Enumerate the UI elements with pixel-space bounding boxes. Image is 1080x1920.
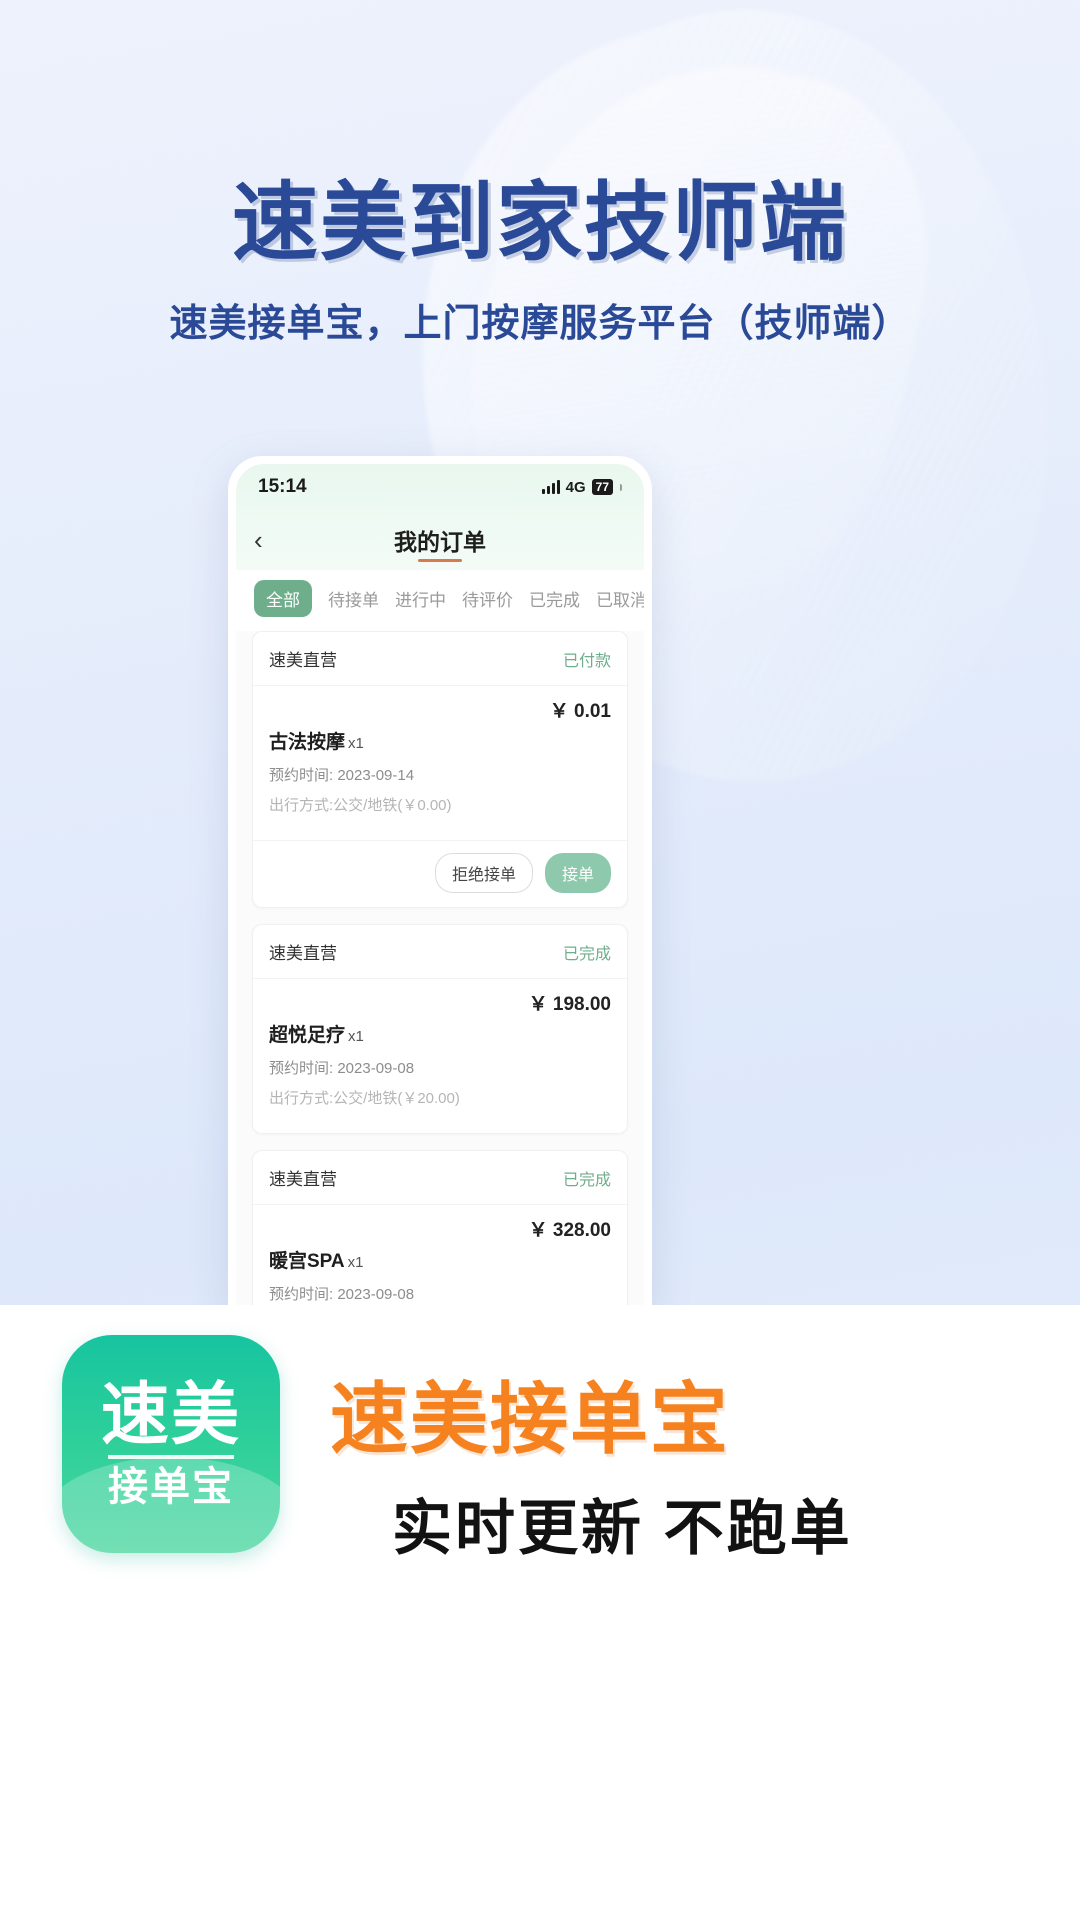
tab-pending-accept[interactable]: 待接单 [328, 580, 379, 617]
page-subtitle: 速美接单宝，上门按摩服务平台（技师端） [169, 303, 911, 345]
nav-title: 我的订单 [394, 529, 486, 555]
service-qty: x1 [348, 1028, 364, 1045]
nav-bar: ‹ 我的订单 [236, 510, 644, 570]
order-body: ￥ 0.01 古法按摩 x1 预约时间: 2023-09-14 出行方式:公交/地… [253, 686, 627, 840]
order-price: ￥ 0.01 [549, 701, 611, 722]
network-type-label: 4G [565, 478, 586, 496]
order-card[interactable]: 速美直营 已完成 ￥ 328.00 暖宫SPA x1 预约时间: 2023-09-… [252, 1150, 628, 1306]
tab-cancelled[interactable]: 已取消 [596, 580, 644, 617]
order-header: 速美直营 已付款 [253, 632, 627, 686]
battery-icon: 77 [591, 479, 613, 495]
order-filter-tabs: 全部 待接单 进行中 待评价 已完成 已取消 [236, 570, 644, 631]
app-icon: 速美 接单宝 [62, 1335, 280, 1553]
service-row: 古法按摩 x1 [269, 727, 611, 754]
status-bar-time: 15:14 [258, 476, 307, 497]
order-header: 速美直营 已完成 [253, 1151, 627, 1205]
appointment-time: 预约时间: 2023-09-08 [269, 1286, 415, 1303]
transport-info: 出行方式:公交/地铁(￥0.00) [269, 797, 452, 814]
shop-name: 速美直营 [269, 944, 337, 963]
phone-screen: 15:14 4G 77 ‹ 我的订单 全部 待接单 进行中 待评价 已完成 已取… [236, 464, 644, 1306]
promo-banner: 速美 接单宝 速美接单宝 实时更新 不跑单 [0, 1305, 1080, 1920]
page-title: 速美到家技师端 [232, 175, 848, 271]
promo-headline: 速美接单宝 [330, 1375, 731, 1463]
service-row: 超悦足疗 x1 [269, 1020, 611, 1047]
appointment-time: 预约时间: 2023-09-08 [269, 1060, 415, 1077]
service-row: 暖宫SPA x1 [269, 1246, 611, 1273]
tab-all[interactable]: 全部 [254, 580, 312, 617]
transport-info: 出行方式:公交/地铁(￥20.00) [269, 1090, 460, 1107]
order-card[interactable]: 速美直营 已付款 ￥ 0.01 古法按摩 x1 预约时间: 2023-09-14 … [252, 631, 628, 908]
shop-name: 速美直营 [269, 1170, 337, 1189]
status-badge: 已完成 [562, 1171, 611, 1189]
screen-header-area: 15:14 4G 77 ‹ 我的订单 [236, 464, 644, 570]
order-price: ￥ 328.00 [528, 1220, 611, 1241]
tab-pending-review[interactable]: 待评价 [462, 580, 513, 617]
status-bar-indicators: 4G 77 [541, 478, 622, 496]
order-actions: 拒绝接单 接单 [253, 840, 627, 907]
service-qty: x1 [347, 1254, 364, 1271]
order-price: ￥ 198.00 [528, 994, 611, 1015]
app-icon-top-text: 速美 [100, 1377, 241, 1453]
appointment-time: 预约时间: 2023-09-14 [269, 767, 415, 784]
tab-completed[interactable]: 已完成 [529, 580, 580, 617]
app-icon-bottom-text: 接单宝 [108, 1455, 234, 1507]
shop-name: 速美直营 [269, 651, 337, 670]
order-list[interactable]: 速美直营 已付款 ￥ 0.01 古法按摩 x1 预约时间: 2023-09-14 … [236, 631, 644, 1306]
reject-order-button[interactable]: 拒绝接单 [434, 853, 533, 893]
order-card[interactable]: 速美直营 已完成 ￥ 198.00 超悦足疗 x1 预约时间: 2023-09-0… [252, 924, 628, 1134]
service-qty: x1 [348, 735, 364, 752]
promo-tagline: 实时更新 不跑单 [392, 1495, 853, 1562]
order-header: 速美直营 已完成 [253, 925, 627, 979]
title-underline [418, 559, 462, 562]
status-badge: 已完成 [562, 945, 611, 963]
status-badge: 已付款 [562, 652, 611, 670]
service-name: 古法按摩 [269, 732, 346, 753]
status-bar: 15:14 4G 77 [236, 464, 644, 510]
phone-mockup: 15:14 4G 77 ‹ 我的订单 全部 待接单 进行中 待评价 已完成 已取… [228, 456, 652, 1306]
order-body: ￥ 328.00 暖宫SPAx1 预约时间: 2023-09-08 出行方式:公… [253, 1205, 627, 1306]
battery-tip [620, 483, 622, 491]
order-body: ￥ 198.00 超悦足疗 x1 预约时间: 2023-09-08 出行方式:公交… [253, 979, 627, 1133]
service-name: 暖宫SPA [269, 1251, 345, 1272]
tab-in-progress[interactable]: 进行中 [395, 580, 446, 617]
accept-order-button[interactable]: 接单 [544, 853, 611, 893]
signal-bars-icon [541, 480, 560, 494]
service-name: 超悦足疗 [269, 1025, 346, 1046]
